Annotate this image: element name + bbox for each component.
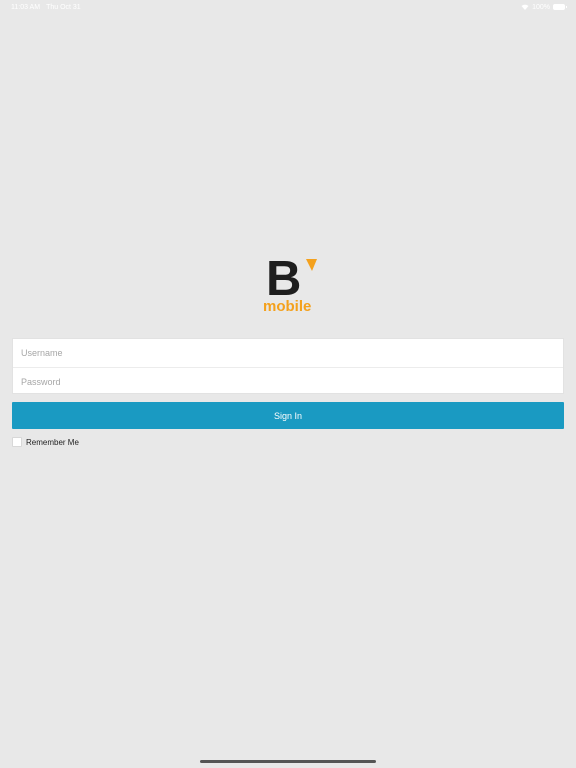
- status-bar: 11:03 AM Thu Oct 31 100%: [0, 0, 576, 14]
- password-input[interactable]: [13, 368, 563, 396]
- login-screen: 11:03 AM Thu Oct 31 100% B mobile Sign I…: [0, 0, 576, 768]
- sign-in-button[interactable]: Sign In: [12, 402, 564, 429]
- remember-me-label: Remember Me: [26, 437, 79, 447]
- logo-triangle-icon: [306, 259, 317, 271]
- battery-percent: 100%: [532, 3, 550, 11]
- remember-me-checkbox[interactable]: [12, 437, 22, 447]
- logo-wordmark: mobile: [263, 298, 312, 315]
- battery-icon: [553, 4, 567, 10]
- status-time: 11:03 AM: [11, 3, 41, 11]
- remember-me-toggle[interactable]: Remember Me: [12, 437, 79, 447]
- wifi-icon: [521, 4, 529, 10]
- app-logo: B mobile: [263, 252, 319, 316]
- status-right: 100%: [521, 3, 567, 11]
- username-input[interactable]: [13, 339, 563, 367]
- status-date: Thu Oct 31: [46, 3, 81, 11]
- status-left: 11:03 AM Thu Oct 31: [11, 4, 81, 11]
- credentials-group: [12, 338, 564, 396]
- logo-letter: B: [266, 252, 301, 306]
- home-indicator[interactable]: [200, 760, 376, 763]
